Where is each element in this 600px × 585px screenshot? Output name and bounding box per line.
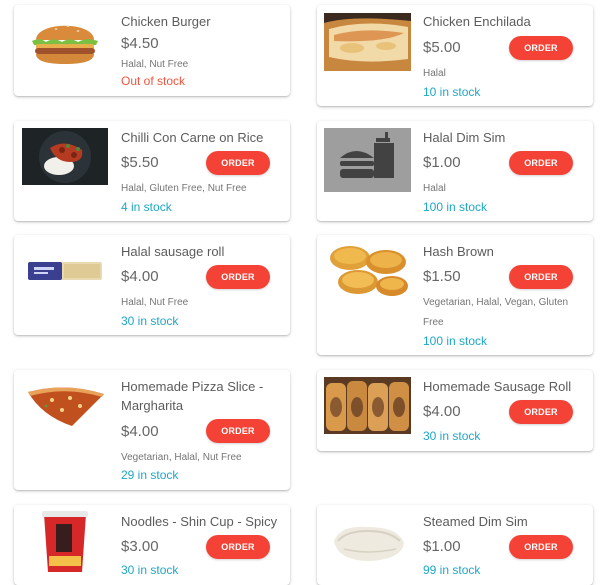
item-name: Homemade Sausage Roll: [423, 379, 572, 394]
item-tags: Halal, Gluten Free, Nut Free: [121, 183, 247, 194]
sausage-rolls-image: [324, 377, 411, 434]
item-name: Chicken Burger: [121, 14, 211, 29]
order-button[interactable]: ORDER: [509, 265, 573, 289]
item-price: $1.50: [423, 268, 461, 285]
dim-sim-image: [324, 519, 411, 567]
pizza-slice-image: [22, 376, 108, 434]
item-name: Halal Dim Sim: [423, 130, 506, 145]
item-price: $4.00: [121, 268, 159, 285]
item-name: Chicken Enchilada: [423, 14, 531, 29]
item-price: $5.50: [121, 154, 159, 171]
item-name: Chilli Con Carne on Rice: [121, 130, 264, 145]
stock-status: 100 in stock: [423, 200, 488, 214]
stock-status: 100 in stock: [423, 334, 488, 348]
item-name: Noodles - Shin Cup - Spicy: [121, 514, 278, 529]
item-tags: Halal: [423, 68, 446, 79]
order-button[interactable]: ORDER: [509, 151, 573, 175]
hash-browns-image: [324, 240, 411, 302]
order-button[interactable]: ORDER: [509, 400, 573, 424]
item-price: $1.00: [423, 154, 461, 171]
enchilada-image: [324, 13, 411, 71]
menu-card: Halal Dim Sim $1.00 ORDER Halal 100 in s…: [317, 121, 593, 221]
burger-image: [22, 12, 108, 70]
menu-card: Noodles - Shin Cup - Spicy $3.00 ORDER 3…: [14, 505, 290, 585]
item-name: Hash Brown: [423, 244, 494, 259]
menu-card: Homemade Pizza Slice - Margharita $4.00 …: [14, 370, 290, 490]
item-tags: Halal, Nut Free: [121, 59, 189, 70]
menu-card: Chilli Con Carne on Rice $5.50 ORDER Hal…: [14, 121, 290, 221]
item-price: $4.00: [121, 423, 159, 440]
item-name: Homemade Pizza Slice - Margharita: [121, 379, 264, 413]
order-button[interactable]: ORDER: [206, 419, 270, 443]
item-price: $5.00: [423, 39, 461, 56]
stock-status: Out of stock: [121, 74, 186, 88]
fast-food-icon: [324, 128, 411, 192]
menu-card: Homemade Sausage Roll $4.00 ORDER 30 in …: [317, 370, 593, 451]
noodle-cup-image: [22, 508, 108, 575]
item-price: $4.00: [423, 403, 461, 420]
order-button[interactable]: ORDER: [509, 535, 573, 559]
item-price: $1.00: [423, 538, 461, 555]
packaged-roll-image: [22, 250, 108, 292]
order-button[interactable]: ORDER: [206, 151, 270, 175]
item-tags: Halal: [423, 183, 446, 194]
stock-status: 30 in stock: [423, 429, 481, 443]
menu-card: Chicken Burger $4.50 Halal, Nut Free Out…: [14, 5, 290, 96]
chilli-bowl-image: [22, 128, 108, 185]
order-button[interactable]: ORDER: [206, 265, 270, 289]
menu-card: Steamed Dim Sim $1.00 ORDER 99 in stock: [317, 505, 593, 585]
item-tags: Vegetarian, Halal, Vegan, Gluten Free: [423, 297, 569, 328]
stock-status: 10 in stock: [423, 85, 481, 99]
stock-status: 29 in stock: [121, 468, 179, 482]
stock-status: 30 in stock: [121, 314, 179, 328]
item-tags: Vegetarian, Halal, Nut Free: [121, 452, 242, 463]
menu-card: Hash Brown $1.50 ORDER Vegetarian, Halal…: [317, 235, 593, 355]
item-name: Steamed Dim Sim: [423, 514, 528, 529]
item-tags: Halal, Nut Free: [121, 297, 189, 308]
menu-card: Chicken Enchilada $5.00 ORDER Halal 10 i…: [317, 5, 593, 106]
order-button[interactable]: ORDER: [206, 535, 270, 559]
item-price: $4.50: [121, 35, 159, 52]
item-price: $3.00: [121, 538, 159, 555]
menu-card: Halal sausage roll $4.00 ORDER Halal, Nu…: [14, 235, 290, 335]
stock-status: 4 in stock: [121, 200, 172, 214]
order-button[interactable]: ORDER: [509, 36, 573, 60]
item-name: Halal sausage roll: [121, 244, 225, 259]
